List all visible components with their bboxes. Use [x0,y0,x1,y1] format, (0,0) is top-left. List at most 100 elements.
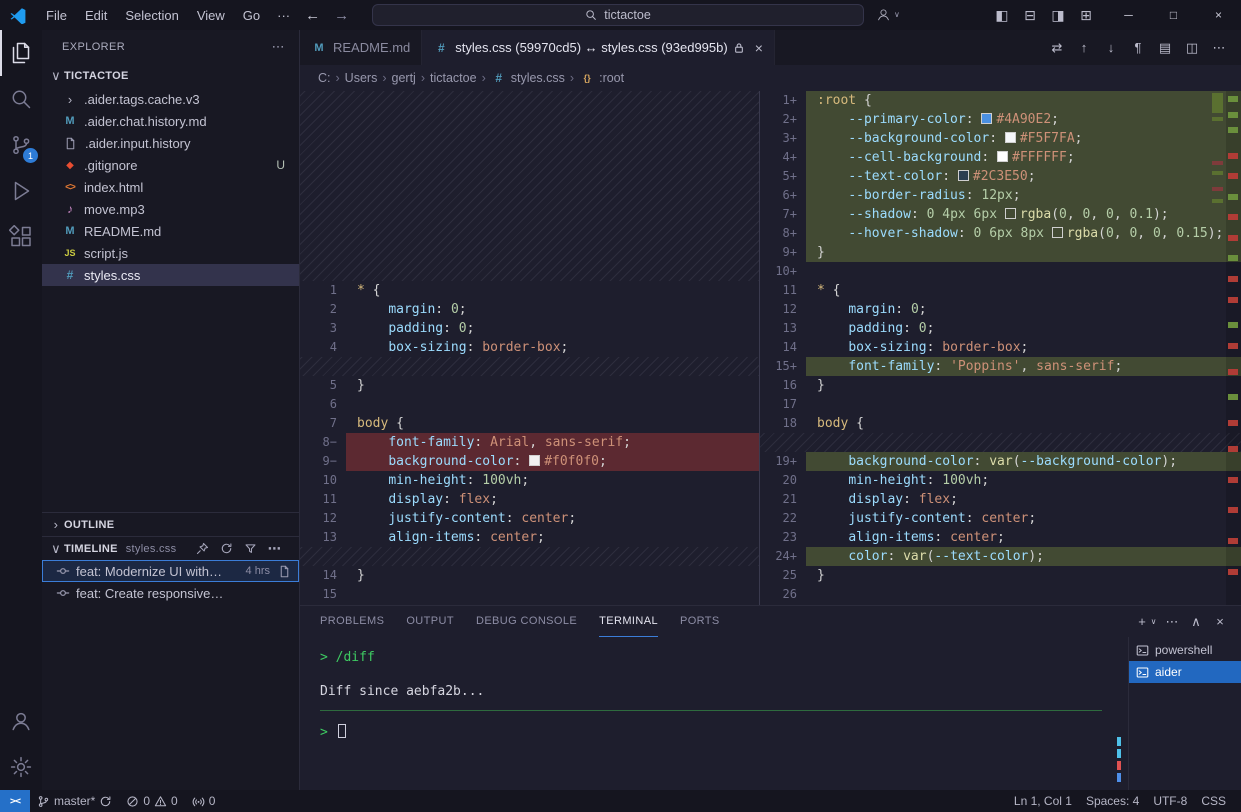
workspace-section[interactable]: ∨ TICTACTOE [42,64,299,88]
run-debug-activity-icon[interactable] [0,168,42,214]
inline-view-icon[interactable]: ⇄ [1045,36,1069,60]
remote-indicator[interactable]: >< [0,790,30,812]
file-item-move.mp3[interactable]: ♪move.mp3 [42,198,299,220]
diff-line-6[interactable]: 6 [300,395,759,414]
more-actions-icon[interactable]: ⋯ [268,541,281,557]
forward-icon[interactable]: → [334,7,349,24]
diff-line-13[interactable]: 13 align-items: center; [300,528,759,547]
breadcrumb-item-C[interactable]: C: [318,71,331,85]
diff-modified-pane[interactable]: 1+:root {2+ --primary-color: #4A90E2;3+ … [760,91,1241,605]
explorer-activity-icon[interactable] [0,30,42,76]
diff-line-13[interactable]: 13 padding: 0; [760,319,1241,338]
diff-line-4[interactable]: 4+ --cell-background: #FFFFFF; [760,148,1241,167]
diff-line-2[interactable]: 2 margin: 0; [300,300,759,319]
maximize-button[interactable]: □ [1151,0,1196,30]
file-item-script.js[interactable]: JSscript.js [42,242,299,264]
branch-indicator[interactable]: master* [30,790,119,812]
menu-file[interactable]: File [37,5,76,26]
profile-menu[interactable]: ∨ [876,7,900,22]
toggle-secondary-sidebar-icon[interactable]: ◨ [1044,2,1072,28]
panel-tab-ports[interactable]: PORTS [680,606,720,637]
menu-edit[interactable]: Edit [76,5,116,26]
terminal[interactable]: > /diffDiff since aebfa2b...> [300,637,1128,790]
close-tab-icon[interactable]: × [755,40,763,56]
diff-original-pane[interactable]: 1* {2 margin: 0;3 padding: 0;4 box-sizin… [300,91,760,605]
explorer-more-icon[interactable]: ⋯ [272,39,285,55]
diff-line-4[interactable]: 4 box-sizing: border-box; [300,338,759,357]
diff-line-24[interactable]: 24+ color: var(--text-color); [760,547,1241,566]
extensions-activity-icon[interactable] [0,214,42,260]
diff-line-9[interactable]: 9+} [760,243,1241,262]
diff-line-19[interactable]: 19+ background-color: var(--background-c… [760,452,1241,471]
timeline-item[interactable]: feat: Modernize UI with r...4 hrs [42,560,299,582]
more-actions-icon[interactable]: ⋯ [1161,611,1183,633]
diff-line-17[interactable]: 17 [760,395,1241,414]
file-item-.gitignore[interactable]: ◆.gitignoreU [42,154,299,176]
previous-change-icon[interactable]: ↑ [1072,36,1096,60]
file-item-.aider.tags.cache.v3[interactable]: ›.aider.tags.cache.v3 [42,88,299,110]
diff-line-2[interactable]: 2+ --primary-color: #4A90E2; [760,110,1241,129]
diff-line-18[interactable]: 18body { [760,414,1241,433]
customize-layout-icon[interactable]: ⊞ [1072,2,1100,28]
pin-icon[interactable] [196,542,209,555]
diff-line-23[interactable]: 23 align-items: center; [760,528,1241,547]
file-item-styles.css[interactable]: #styles.css [42,264,299,286]
diff-line-1[interactable]: 1* { [300,281,759,300]
diff-line-12[interactable]: 12 margin: 0; [760,300,1241,319]
more-actions-icon[interactable]: ⋯ [1207,36,1231,60]
breadcrumb-item-Users[interactable]: Users [345,71,378,85]
close-panel-icon[interactable]: × [1209,611,1231,633]
diff-line-16[interactable]: 16} [760,376,1241,395]
refresh-icon[interactable] [220,542,233,555]
panel-tab-output[interactable]: OUTPUT [406,606,454,637]
diff-line-21[interactable]: 21 display: flex; [760,490,1241,509]
breadcrumb-item-tictactoe[interactable]: tictactoe [430,71,477,85]
diff-line-6[interactable]: 6+ --border-radius: 12px; [760,186,1241,205]
timeline-item[interactable]: feat: Create responsive Tic-Tac-T... [42,582,299,604]
next-change-icon[interactable]: ↓ [1099,36,1123,60]
language-mode[interactable]: CSS [1194,790,1233,812]
whitespace-icon[interactable]: ¶ [1126,36,1150,60]
problems-indicator[interactable]: 0 0 [119,790,184,812]
terminal-select-icon[interactable]: ∨ [1148,611,1159,633]
menu-go[interactable]: Go [234,5,269,26]
diff-line-8[interactable]: 8+ --hover-shadow: 0 6px 8px rgba(0, 0, … [760,224,1241,243]
ports-indicator[interactable]: 0 [185,790,223,812]
file-item-.aider.chat.history.md[interactable]: M.aider.chat.history.md [42,110,299,132]
diff-line-11[interactable]: 11* { [760,281,1241,300]
panel-tab-debug-console[interactable]: DEBUG CONSOLE [476,606,577,637]
maximize-panel-icon[interactable]: ∧ [1185,611,1207,633]
menu-view[interactable]: View [188,5,234,26]
file-item-.aider.input.history[interactable]: .aider.input.history [42,132,299,154]
menu-selection[interactable]: Selection [116,5,187,26]
minimap[interactable] [1212,91,1225,605]
file-item-index.html[interactable]: <>index.html [42,176,299,198]
close-button[interactable]: × [1196,0,1241,30]
diff-line-22[interactable]: 22 justify-content: center; [760,509,1241,528]
split-editor-icon[interactable]: ◫ [1180,36,1204,60]
tab-readme[interactable]: MREADME.md [300,30,422,65]
settings-activity-icon[interactable] [0,744,42,790]
diff-line-5[interactable]: 5} [300,376,759,395]
timeline-section[interactable]: ∨ TIMELINE styles.css ⋯ [42,536,299,560]
minimize-button[interactable]: ─ [1106,0,1151,30]
diff-line-10[interactable]: 10+ [760,262,1241,281]
diff-line-7[interactable]: 7body { [300,414,759,433]
diff-line-10[interactable]: 10 min-height: 100vh; [300,471,759,490]
diff-line-5[interactable]: 5+ --text-color: #2C3E50; [760,167,1241,186]
diff-line-26[interactable]: 26 [760,585,1241,604]
diff-line-11[interactable]: 11 display: flex; [300,490,759,509]
diff-line-8[interactable]: 8− font-family: Arial, sans-serif; [300,433,759,452]
tab-styles-diff[interactable]: #styles.css (59970cd5) ↔ styles.css (93e… [422,30,775,65]
diff-line-14[interactable]: 14} [300,566,759,585]
panel-tab-terminal[interactable]: TERMINAL [599,606,658,637]
diff-line-12[interactable]: 12 justify-content: center; [300,509,759,528]
toggle-primary-sidebar-icon[interactable]: ◧ [988,2,1016,28]
cursor-position[interactable]: Ln 1, Col 1 [1007,790,1079,812]
file-item-README.md[interactable]: MREADME.md [42,220,299,242]
breadcrumb-item-stylescss[interactable]: #styles.css [491,71,565,85]
diff-line-1[interactable]: 1+:root { [760,91,1241,110]
command-center-search[interactable]: tictactoe [372,4,864,26]
diff-line-15[interactable]: 15 [300,585,759,604]
encoding-indicator[interactable]: UTF-8 [1146,790,1194,812]
